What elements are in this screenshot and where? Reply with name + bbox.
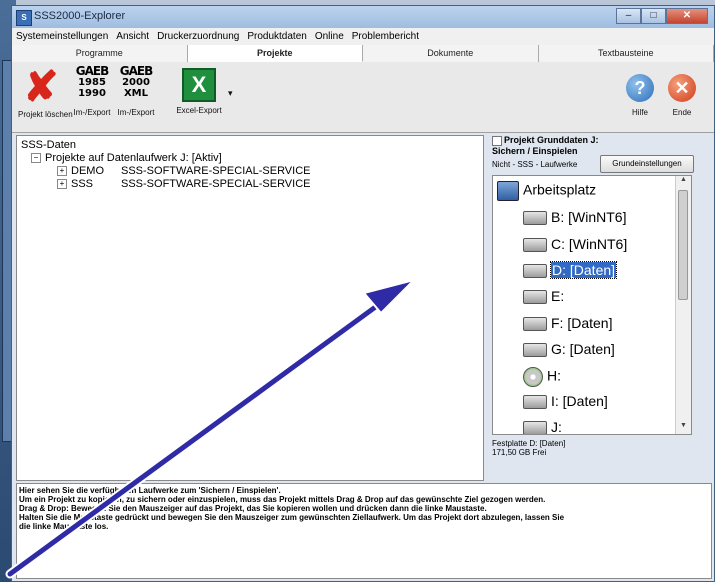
drag-arrow-overlay	[5, 278, 418, 579]
drag-arrow-line	[7, 297, 388, 577]
